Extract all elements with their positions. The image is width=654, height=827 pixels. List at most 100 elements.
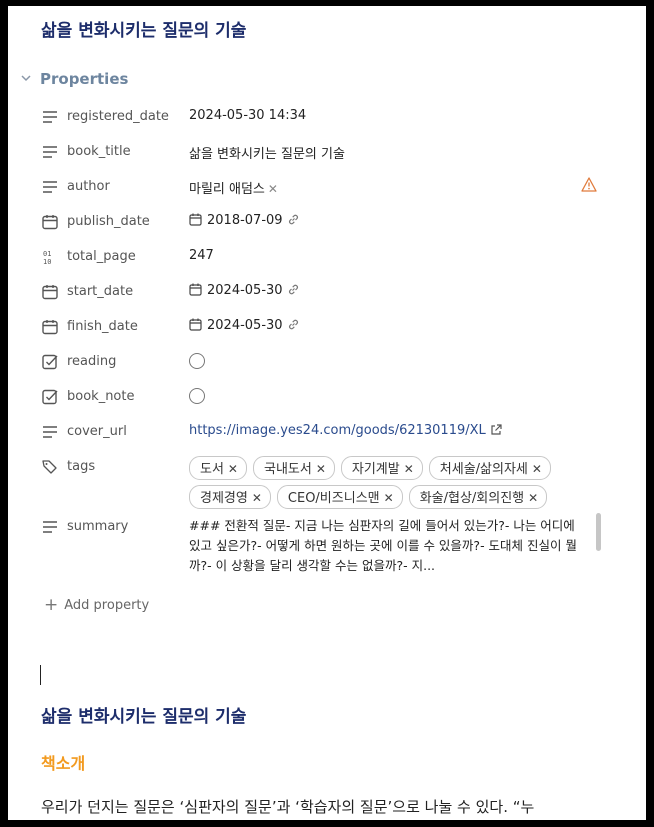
property-key[interactable]: book_note xyxy=(67,389,134,404)
text-lines-icon[interactable] xyxy=(41,143,59,161)
property-key[interactable]: finish_date xyxy=(67,319,138,334)
author-value[interactable]: 마릴리 애덤스 xyxy=(189,182,265,197)
property-value[interactable] xyxy=(189,388,205,408)
property-value[interactable]: 마릴리 애덤스 ✕ xyxy=(189,178,278,197)
property-key[interactable]: tags xyxy=(67,459,95,474)
book-note-checkbox[interactable] xyxy=(189,388,205,404)
link-icon[interactable] xyxy=(287,283,300,300)
property-value[interactable]: 2018-07-09 xyxy=(189,213,300,230)
property-key[interactable]: total_page xyxy=(67,249,136,264)
remove-icon[interactable]: ✕ xyxy=(252,491,262,505)
date-text[interactable]: 2018-07-09 xyxy=(207,213,283,228)
property-row-reading: reading xyxy=(41,353,621,383)
property-row-cover-url: cover_url https://image.yes24.com/goods/… xyxy=(41,423,621,453)
tag-pill[interactable]: 처세술/삶의자세 ✕ xyxy=(428,456,551,480)
property-row-book-title: book_title 삶을 변화시키는 질문의 기술 xyxy=(41,143,621,173)
property-key[interactable]: cover_url xyxy=(67,424,127,439)
note-window: 삶을 변화시키는 질문의 기술 Properties registered_da… xyxy=(8,6,646,820)
property-row-total-page: 01 10 total_page 247 xyxy=(41,248,621,278)
tag-label[interactable]: 자기계발 xyxy=(352,462,400,477)
tag-label[interactable]: 도서 xyxy=(200,462,224,477)
property-row-book-note: book_note xyxy=(41,388,621,418)
tag-label[interactable]: 처세술/삶의자세 xyxy=(440,462,528,477)
calendar-icon[interactable] xyxy=(41,318,59,336)
property-value[interactable]: 삶을 변화시키는 질문의 기술 xyxy=(189,143,345,162)
remove-icon[interactable]: ✕ xyxy=(268,182,278,196)
property-value[interactable]: https://image.yes24.com/goods/62130119/X… xyxy=(189,423,502,440)
tag-pill[interactable]: 경제경영 ✕ xyxy=(189,485,271,509)
cover-url-link[interactable]: https://image.yes24.com/goods/62130119/X… xyxy=(189,423,486,438)
external-link-icon[interactable] xyxy=(490,424,502,440)
tag-label[interactable]: 화술/협상/회의진행 xyxy=(420,491,524,506)
tag-pill[interactable]: CEO/비즈니스맨 ✕ xyxy=(276,485,403,509)
text-lines-icon[interactable] xyxy=(41,518,59,536)
tag-label[interactable]: CEO/비즈니스맨 xyxy=(288,491,380,506)
calendar-icon xyxy=(189,318,202,335)
plus-icon: + xyxy=(44,595,59,615)
text-lines-icon[interactable] xyxy=(41,178,59,196)
checkbox-icon[interactable] xyxy=(41,388,59,406)
property-row-finish-date: finish_date 2024-05-30 xyxy=(41,318,621,348)
property-key[interactable]: author xyxy=(67,179,110,194)
text-cursor xyxy=(40,665,41,685)
property-key[interactable]: start_date xyxy=(67,284,133,299)
reading-checkbox[interactable] xyxy=(189,353,205,369)
svg-text:01: 01 xyxy=(43,250,51,258)
text-lines-icon[interactable] xyxy=(41,108,59,126)
date-text[interactable]: 2024-05-30 xyxy=(207,283,283,298)
property-row-publish-date: publish_date 2018-07-09 xyxy=(41,213,621,243)
date-text[interactable]: 2024-05-30 xyxy=(207,318,283,333)
properties-header[interactable]: Properties xyxy=(20,70,128,88)
chevron-down-icon[interactable] xyxy=(20,72,40,87)
tag-label[interactable]: 국내도서 xyxy=(264,462,312,477)
remove-icon[interactable]: ✕ xyxy=(528,491,538,505)
summary-value[interactable]: ### 전환적 질문- 지금 나는 심판자의 길에 들어서 있는가?- 나는 어… xyxy=(189,516,589,576)
text-lines-icon[interactable] xyxy=(41,423,59,441)
property-key[interactable]: publish_date xyxy=(67,214,150,229)
property-row-registered-date: registered_date 2024-05-30 14:34 xyxy=(41,108,621,138)
property-value[interactable]: 247 xyxy=(189,248,214,263)
body-paragraph[interactable]: 우리가 던지는 질문은 ‘심판자의 질문’과 ‘학습자의 질문’으로 나눌 수 … xyxy=(41,796,534,817)
remove-icon[interactable]: ✕ xyxy=(228,462,238,476)
heading-2[interactable]: 책소개 xyxy=(41,750,85,774)
heading-1[interactable]: 삶을 변화시키는 질문의 기술 xyxy=(41,702,246,727)
svg-text:10: 10 xyxy=(43,258,51,266)
property-value[interactable] xyxy=(189,353,205,373)
add-property-button[interactable]: + Add property xyxy=(44,595,149,615)
note-title[interactable]: 삶을 변화시키는 질문의 기술 xyxy=(41,16,246,41)
remove-icon[interactable]: ✕ xyxy=(316,462,326,476)
remove-icon[interactable]: ✕ xyxy=(532,462,542,476)
calendar-icon xyxy=(189,283,202,300)
property-key[interactable]: reading xyxy=(67,354,116,369)
number-icon[interactable]: 01 10 xyxy=(41,248,59,266)
property-value[interactable]: 2024-05-30 xyxy=(189,318,300,335)
add-property-label: Add property xyxy=(64,597,150,613)
property-key[interactable]: summary xyxy=(67,519,128,534)
property-value[interactable]: 2024-05-30 14:34 xyxy=(189,108,306,123)
property-key[interactable]: book_title xyxy=(67,144,131,159)
property-row-summary: summary ### 전환적 질문- 지금 나는 심판자의 길에 들어서 있는… xyxy=(41,518,621,582)
remove-icon[interactable]: ✕ xyxy=(384,491,394,505)
tag-list: 도서 ✕ 국내도서 ✕ 자기계발 ✕ 처세술/삶의자세 ✕ 경제경영 ✕ CEO/비즈니스… xyxy=(189,456,589,509)
checkbox-icon[interactable] xyxy=(41,353,59,371)
tag-pill[interactable]: 국내도서 ✕ xyxy=(252,456,335,480)
link-icon[interactable] xyxy=(287,318,300,335)
property-key[interactable]: registered_date xyxy=(67,109,169,124)
calendar-icon[interactable] xyxy=(41,283,59,301)
property-row-author: author 마릴리 애덤스 ✕ xyxy=(41,178,621,208)
calendar-icon xyxy=(189,213,202,230)
warning-icon[interactable] xyxy=(581,177,597,196)
property-value[interactable]: 2024-05-30 xyxy=(189,283,300,300)
property-row-tags: tags 도서 ✕ 국내도서 ✕ 자기계발 ✕ 처세술/삶의자세 ✕ 경제경영 ✕ CEO… xyxy=(41,456,621,509)
summary-scrollbar[interactable] xyxy=(596,513,601,551)
tag-pill[interactable]: 화술/협상/회의진행 ✕ xyxy=(408,485,548,509)
link-icon[interactable] xyxy=(287,213,300,230)
remove-icon[interactable]: ✕ xyxy=(404,462,414,476)
tag-pill[interactable]: 자기계발 ✕ xyxy=(340,456,423,480)
properties-label[interactable]: Properties xyxy=(40,70,128,88)
tag-pill[interactable]: 도서 ✕ xyxy=(189,456,247,480)
tag-label[interactable]: 경제경영 xyxy=(200,491,248,506)
tag-icon[interactable] xyxy=(41,458,59,476)
calendar-icon[interactable] xyxy=(41,213,59,231)
property-row-start-date: start_date 2024-05-30 xyxy=(41,283,621,313)
